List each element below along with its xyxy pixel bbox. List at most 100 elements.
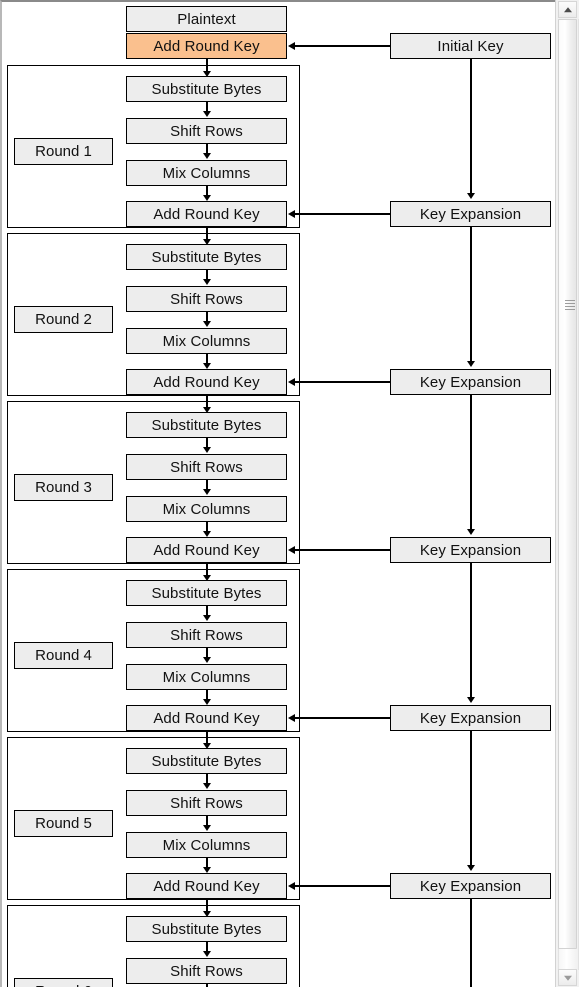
- round-label-2: Round 2: [14, 306, 113, 333]
- node-round5-add-round-key[interactable]: Add Round Key: [126, 873, 287, 899]
- node-label: Substitute Bytes: [151, 248, 262, 266]
- node-label: Mix Columns: [162, 500, 251, 518]
- node-round2-add-round-key[interactable]: Add Round Key: [126, 369, 287, 395]
- node-round2-mix-columns[interactable]: Mix Columns: [126, 328, 287, 354]
- node-plaintext[interactable]: Plaintext: [126, 6, 287, 32]
- node-round4-mix-columns[interactable]: Mix Columns: [126, 664, 287, 690]
- node-label: Add Round Key: [153, 205, 260, 223]
- arrowhead-down: [203, 447, 211, 453]
- edge-keyexpansion5-to-6: [470, 899, 472, 987]
- node-label: Mix Columns: [162, 836, 251, 854]
- arrowhead-down: [203, 657, 211, 663]
- node-label: Shift Rows: [170, 626, 243, 644]
- node-label: Key Expansion: [419, 373, 522, 391]
- scrollbar-grip-icon: [565, 300, 575, 312]
- node-key-expansion-4[interactable]: Key Expansion: [390, 705, 551, 731]
- node-round5-mix-columns[interactable]: Mix Columns: [126, 832, 287, 858]
- arrowhead-left: [288, 546, 295, 554]
- node-label: Shift Rows: [170, 458, 243, 476]
- arrowhead-down: [203, 321, 211, 327]
- node-label: Add Round Key: [153, 877, 260, 895]
- node-round6-shift-rows[interactable]: Shift Rows: [126, 958, 287, 984]
- edge-keyexpansion2-to-3: [470, 395, 472, 531]
- node-label: Substitute Bytes: [151, 416, 262, 434]
- node-label: Add Round Key: [153, 541, 260, 559]
- node-key-expansion-1[interactable]: Key Expansion: [390, 201, 551, 227]
- node-key-expansion-5[interactable]: Key Expansion: [390, 873, 551, 899]
- vertical-scrollbar[interactable]: [555, 0, 579, 987]
- arrowhead-down: [203, 951, 211, 957]
- round-label-1: Round 1: [14, 138, 113, 165]
- node-label: Key Expansion: [419, 205, 522, 223]
- arrowhead-down: [467, 193, 475, 199]
- scroll-up-arrow-button[interactable]: [558, 1, 577, 18]
- arrowhead-down: [203, 111, 211, 117]
- round-label-4: Round 4: [14, 642, 113, 669]
- edge-keyexpansion3-to-4: [470, 563, 472, 699]
- node-initial-add-round-key[interactable]: Add Round Key: [126, 33, 287, 59]
- arrowhead-left: [288, 210, 295, 218]
- diagram-viewport: Plaintext Add Round Key Initial Key Roun…: [0, 0, 579, 987]
- scrollbar-thumb[interactable]: [558, 19, 577, 949]
- arrowhead-down: [467, 865, 475, 871]
- arrowhead-down: [203, 489, 211, 495]
- scroll-down-arrow-button[interactable]: [558, 969, 577, 986]
- node-round2-substitute-bytes[interactable]: Substitute Bytes: [126, 244, 287, 270]
- arrowhead-down: [203, 153, 211, 159]
- node-round1-add-round-key[interactable]: Add Round Key: [126, 201, 287, 227]
- node-label: Mix Columns: [162, 332, 251, 350]
- node-label: Substitute Bytes: [151, 920, 262, 938]
- scroll-up-arrow-icon: [563, 6, 572, 12]
- node-round1-shift-rows[interactable]: Shift Rows: [126, 118, 287, 144]
- node-round4-substitute-bytes[interactable]: Substitute Bytes: [126, 580, 287, 606]
- node-label: Key Expansion: [419, 709, 522, 727]
- node-label: Key Expansion: [419, 877, 522, 895]
- node-label: Shift Rows: [170, 962, 243, 980]
- node-round3-mix-columns[interactable]: Mix Columns: [126, 496, 287, 522]
- arrowhead-left: [288, 882, 295, 890]
- scroll-down-arrow-icon: [563, 975, 572, 981]
- edge-keyexpansion1-to-2: [470, 227, 472, 363]
- edge-keyexpansion2-to-ark: [295, 381, 390, 383]
- node-round4-add-round-key[interactable]: Add Round Key: [126, 705, 287, 731]
- edge-keyexpansion1-to-ark: [295, 213, 390, 215]
- diagram-canvas: Plaintext Add Round Key Initial Key Roun…: [2, 2, 555, 987]
- edge-keyexpansion5-to-ark: [295, 885, 390, 887]
- arrowhead-left: [288, 714, 295, 722]
- node-label: Plaintext: [177, 10, 236, 28]
- node-label: Mix Columns: [162, 164, 251, 182]
- node-round4-shift-rows[interactable]: Shift Rows: [126, 622, 287, 648]
- arrowhead-left: [288, 42, 295, 50]
- node-key-expansion-3[interactable]: Key Expansion: [390, 537, 551, 563]
- node-label: Shift Rows: [170, 794, 243, 812]
- node-label: Add Round Key: [153, 709, 260, 727]
- node-round1-mix-columns[interactable]: Mix Columns: [126, 160, 287, 186]
- node-round5-substitute-bytes[interactable]: Substitute Bytes: [126, 748, 287, 774]
- node-round3-shift-rows[interactable]: Shift Rows: [126, 454, 287, 480]
- node-initial-key[interactable]: Initial Key: [390, 33, 551, 59]
- node-round3-substitute-bytes[interactable]: Substitute Bytes: [126, 412, 287, 438]
- node-label: Shift Rows: [170, 290, 243, 308]
- arrowhead-left: [288, 378, 295, 386]
- node-label: Substitute Bytes: [151, 80, 262, 98]
- arrowhead-down: [467, 529, 475, 535]
- arrowhead-down: [203, 825, 211, 831]
- node-round2-shift-rows[interactable]: Shift Rows: [126, 286, 287, 312]
- round-label-6: Round 6: [14, 978, 113, 987]
- node-round6-substitute-bytes[interactable]: Substitute Bytes: [126, 916, 287, 942]
- node-label: Mix Columns: [162, 668, 251, 686]
- edge-initialkey-to-keyexpansion1: [470, 59, 472, 195]
- node-round5-shift-rows[interactable]: Shift Rows: [126, 790, 287, 816]
- round-label-3: Round 3: [14, 474, 113, 501]
- edge-keyexpansion3-to-ark: [295, 549, 390, 551]
- arrowhead-down: [203, 615, 211, 621]
- edge-initialkey-to-addroundkey: [295, 45, 390, 47]
- arrowhead-down: [467, 361, 475, 367]
- node-label: Substitute Bytes: [151, 584, 262, 602]
- node-label: Add Round Key: [153, 37, 260, 55]
- node-key-expansion-2[interactable]: Key Expansion: [390, 369, 551, 395]
- edge-keyexpansion4-to-ark: [295, 717, 390, 719]
- node-label: Substitute Bytes: [151, 752, 262, 770]
- node-round3-add-round-key[interactable]: Add Round Key: [126, 537, 287, 563]
- node-round1-substitute-bytes[interactable]: Substitute Bytes: [126, 76, 287, 102]
